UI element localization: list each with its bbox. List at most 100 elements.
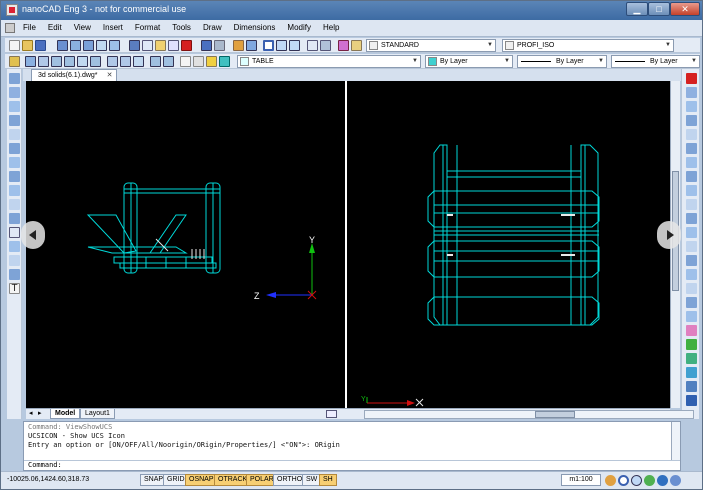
layers-icon[interactable] [9, 56, 20, 67]
properties-panel-icon[interactable] [686, 339, 697, 350]
erase-icon[interactable] [686, 73, 697, 84]
color-combo[interactable]: By Layer ▼ [425, 55, 513, 68]
menu-tools[interactable]: Tools [166, 23, 197, 32]
polyline-icon[interactable] [9, 101, 20, 112]
region-icon[interactable] [9, 255, 20, 266]
menu-dimensions[interactable]: Dimensions [228, 23, 282, 32]
align-icon[interactable] [25, 56, 36, 67]
line-icon[interactable] [9, 73, 20, 84]
pan-icon[interactable] [233, 40, 244, 51]
tab-model[interactable]: Model [50, 409, 81, 419]
extend-icon[interactable] [686, 213, 697, 224]
sh-toggle[interactable]: SH [319, 474, 337, 486]
pan-status-icon[interactable] [605, 475, 616, 486]
dimension-ordinate-icon[interactable] [64, 56, 75, 67]
print-icon[interactable] [57, 40, 68, 51]
close-button[interactable]: ✕ [670, 2, 700, 16]
fillet-icon[interactable] [686, 269, 697, 280]
menu-file[interactable]: File [17, 23, 42, 32]
tab-layout1[interactable]: Layout1 [80, 409, 115, 419]
tab-scroll-right-icon[interactable]: ▸ [38, 409, 42, 417]
layout-status-icon[interactable] [670, 475, 681, 486]
dimension-aligned-icon[interactable] [51, 56, 62, 67]
osnap-toggle[interactable]: OSNAP [185, 474, 218, 486]
copy-object-icon[interactable] [686, 87, 697, 98]
divide-icon[interactable] [686, 297, 697, 308]
dimension-angle-icon[interactable] [90, 56, 101, 67]
undo-icon[interactable] [201, 40, 212, 51]
publish-icon[interactable] [83, 40, 94, 51]
zoom-realtime-icon[interactable] [246, 40, 257, 51]
rectangle-icon[interactable] [9, 129, 20, 140]
polygon-icon[interactable] [9, 115, 20, 126]
menu-edit[interactable]: Edit [42, 23, 68, 32]
dimension-linear-icon[interactable] [38, 56, 49, 67]
dim-style-combo[interactable]: PROFI_ISO ▼ [502, 39, 674, 52]
baseline-dim-icon[interactable] [150, 56, 161, 67]
offset-icon[interactable] [686, 115, 697, 126]
nav-left-arrow-icon[interactable] [21, 221, 45, 249]
zoom-status-icon[interactable] [618, 475, 629, 486]
layer-manager-icon[interactable] [686, 381, 697, 392]
zoom-out-icon[interactable] [289, 40, 300, 51]
zoom-window-icon[interactable] [109, 40, 120, 51]
viewport-right[interactable]: Y [347, 81, 670, 408]
document-tab[interactable]: 3d solids(6.1).dwg* ✕ [31, 69, 117, 81]
open-icon[interactable] [22, 40, 33, 51]
spline-icon[interactable] [9, 171, 20, 182]
tolerance-icon[interactable] [120, 56, 131, 67]
viewport-left[interactable]: Y Z [26, 81, 345, 408]
construction-line-icon[interactable] [9, 87, 20, 98]
maximize-button[interactable]: □ [648, 2, 670, 16]
linetype-combo[interactable]: By Layer ▼ [517, 55, 607, 68]
text-style-combo[interactable]: STANDARD ▼ [366, 39, 496, 52]
cut-icon[interactable] [129, 40, 140, 51]
document-menu-icon[interactable] [5, 23, 15, 33]
annotation-scale[interactable]: m1:100 [561, 474, 601, 486]
chamfer-icon[interactable] [686, 255, 697, 266]
hatch-icon[interactable] [206, 56, 217, 67]
horizontal-scrollbar-thumb[interactable] [535, 411, 575, 418]
block-icon[interactable] [193, 56, 204, 67]
move-icon[interactable] [686, 143, 697, 154]
print-preview-icon[interactable] [70, 40, 81, 51]
orbit-status-icon[interactable] [657, 475, 668, 486]
array-icon[interactable] [686, 129, 697, 140]
leader-icon[interactable] [107, 56, 118, 67]
tool-palette-icon[interactable] [686, 367, 697, 378]
menu-view[interactable]: View [68, 23, 97, 32]
command-input[interactable]: Command: [24, 460, 680, 470]
nav-right-arrow-icon[interactable] [657, 221, 681, 249]
save-icon[interactable] [35, 40, 46, 51]
join-icon[interactable] [686, 241, 697, 252]
menu-format[interactable]: Format [129, 23, 166, 32]
scale-icon[interactable] [686, 171, 697, 182]
mirror-icon[interactable] [686, 101, 697, 112]
help-icon[interactable] [686, 395, 697, 406]
delete-icon[interactable] [181, 40, 192, 51]
rotate-icon[interactable] [686, 157, 697, 168]
circle-icon[interactable] [9, 157, 20, 168]
zoom-extents-icon[interactable] [263, 40, 274, 51]
zoom-extents-status-icon[interactable] [631, 475, 642, 486]
lengthen-icon[interactable] [686, 283, 697, 294]
lineweight-combo[interactable]: By Layer ▼ [611, 55, 700, 68]
layout-toggle-icon[interactable] [326, 410, 337, 418]
break-icon[interactable] [686, 227, 697, 238]
regen-status-icon[interactable] [644, 475, 655, 486]
paste-icon[interactable] [155, 40, 166, 51]
menu-help[interactable]: Help [317, 23, 345, 32]
center-mark-icon[interactable] [133, 56, 144, 67]
zoom-in-icon[interactable] [276, 40, 287, 51]
horizontal-scrollbar[interactable] [364, 410, 694, 419]
edit-text-icon[interactable] [351, 40, 362, 51]
ellipse-icon[interactable] [9, 185, 20, 196]
stretch-icon[interactable] [686, 185, 697, 196]
trim-icon[interactable] [686, 199, 697, 210]
copy-icon[interactable] [142, 40, 153, 51]
table-draw-icon[interactable] [9, 269, 20, 280]
properties-icon[interactable] [96, 40, 107, 51]
minimize-button[interactable]: ▁ [626, 2, 648, 16]
table-style-combo[interactable]: TABLE ▼ [237, 55, 421, 68]
hatch-draw-icon[interactable] [9, 241, 20, 252]
